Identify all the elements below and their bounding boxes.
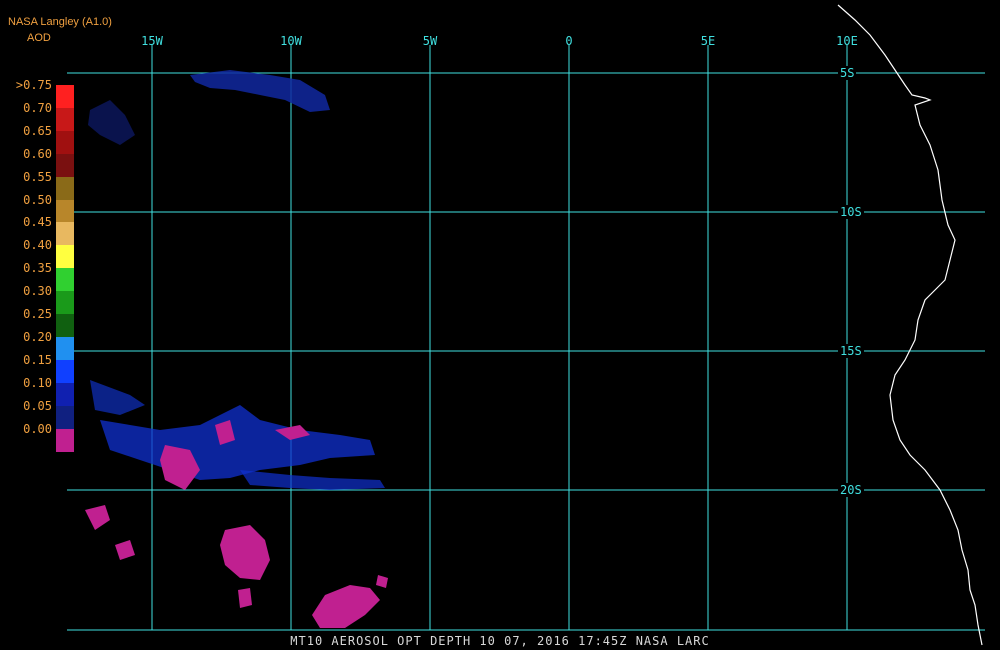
legend-swatch [56,382,74,406]
latitude-label: 5S [838,66,857,80]
aod-patch [85,505,110,530]
legend-label: 0.50 [23,192,52,207]
legend-swatch [56,107,74,131]
legend-label: 0.10 [23,375,52,390]
legend-swatch [56,245,74,269]
aod-patch [220,525,270,580]
aod-patch [312,585,380,628]
legend-swatch [56,359,74,383]
product-title: AOD [27,32,51,44]
aod-patch [115,540,135,560]
aod-patch [240,470,385,490]
aod-patch [88,100,135,145]
legend-label: 0.30 [23,284,52,299]
aod-patch [376,575,388,588]
legend-swatch [56,428,74,452]
source-title: NASA Langley (A1.0) [8,16,112,28]
legend-label: 0.70 [23,100,52,115]
legend-label: 0.40 [23,238,52,253]
legend-label: 0.00 [23,421,52,436]
legend-swatch [56,268,74,292]
longitude-label: 5W [422,34,438,48]
longitude-label: 15W [141,34,163,48]
aod-map [67,4,985,646]
map-caption: MT10 AEROSOL OPT DEPTH 10 07, 2016 17:45… [290,634,710,648]
legend-label: 0.20 [23,329,52,344]
legend-swatch [56,199,74,223]
aod-patch [100,405,375,480]
legend-label: 0.25 [23,307,52,321]
legend-swatch [56,130,74,154]
aod-patch [90,380,145,415]
legend-label: 0.55 [23,169,52,184]
legend-label: 0.45 [23,215,52,230]
legend-label: 0.05 [23,398,52,413]
aod-patch [238,588,252,608]
latitude-label: 15S [838,344,864,358]
legend-swatch [56,176,74,200]
legend-label: 0.15 [23,352,52,367]
aod-patch [190,70,330,112]
longitude-label: 0 [565,34,573,48]
legend-swatch [56,85,74,108]
longitude-label: 10W [280,34,302,48]
aerosol-pixels [85,70,388,628]
legend-swatch [56,153,74,177]
legend-label: 0.60 [23,146,52,161]
legend-swatch [56,222,74,246]
latitude-label: 10S [838,205,864,219]
legend-label: 0.35 [23,261,52,276]
legend-swatch [56,291,74,315]
legend-label: 0.65 [23,123,52,138]
lat-lon-grid [67,45,985,631]
latitude-label: 20S [838,483,864,497]
legend-swatch [56,314,74,337]
legend-label: >0.75 [15,78,52,92]
longitude-label: 5E [700,34,716,48]
africa-coastline [837,4,983,646]
legend-swatch [56,405,74,429]
legend-swatch [56,336,74,360]
longitude-label: 10E [836,34,858,48]
